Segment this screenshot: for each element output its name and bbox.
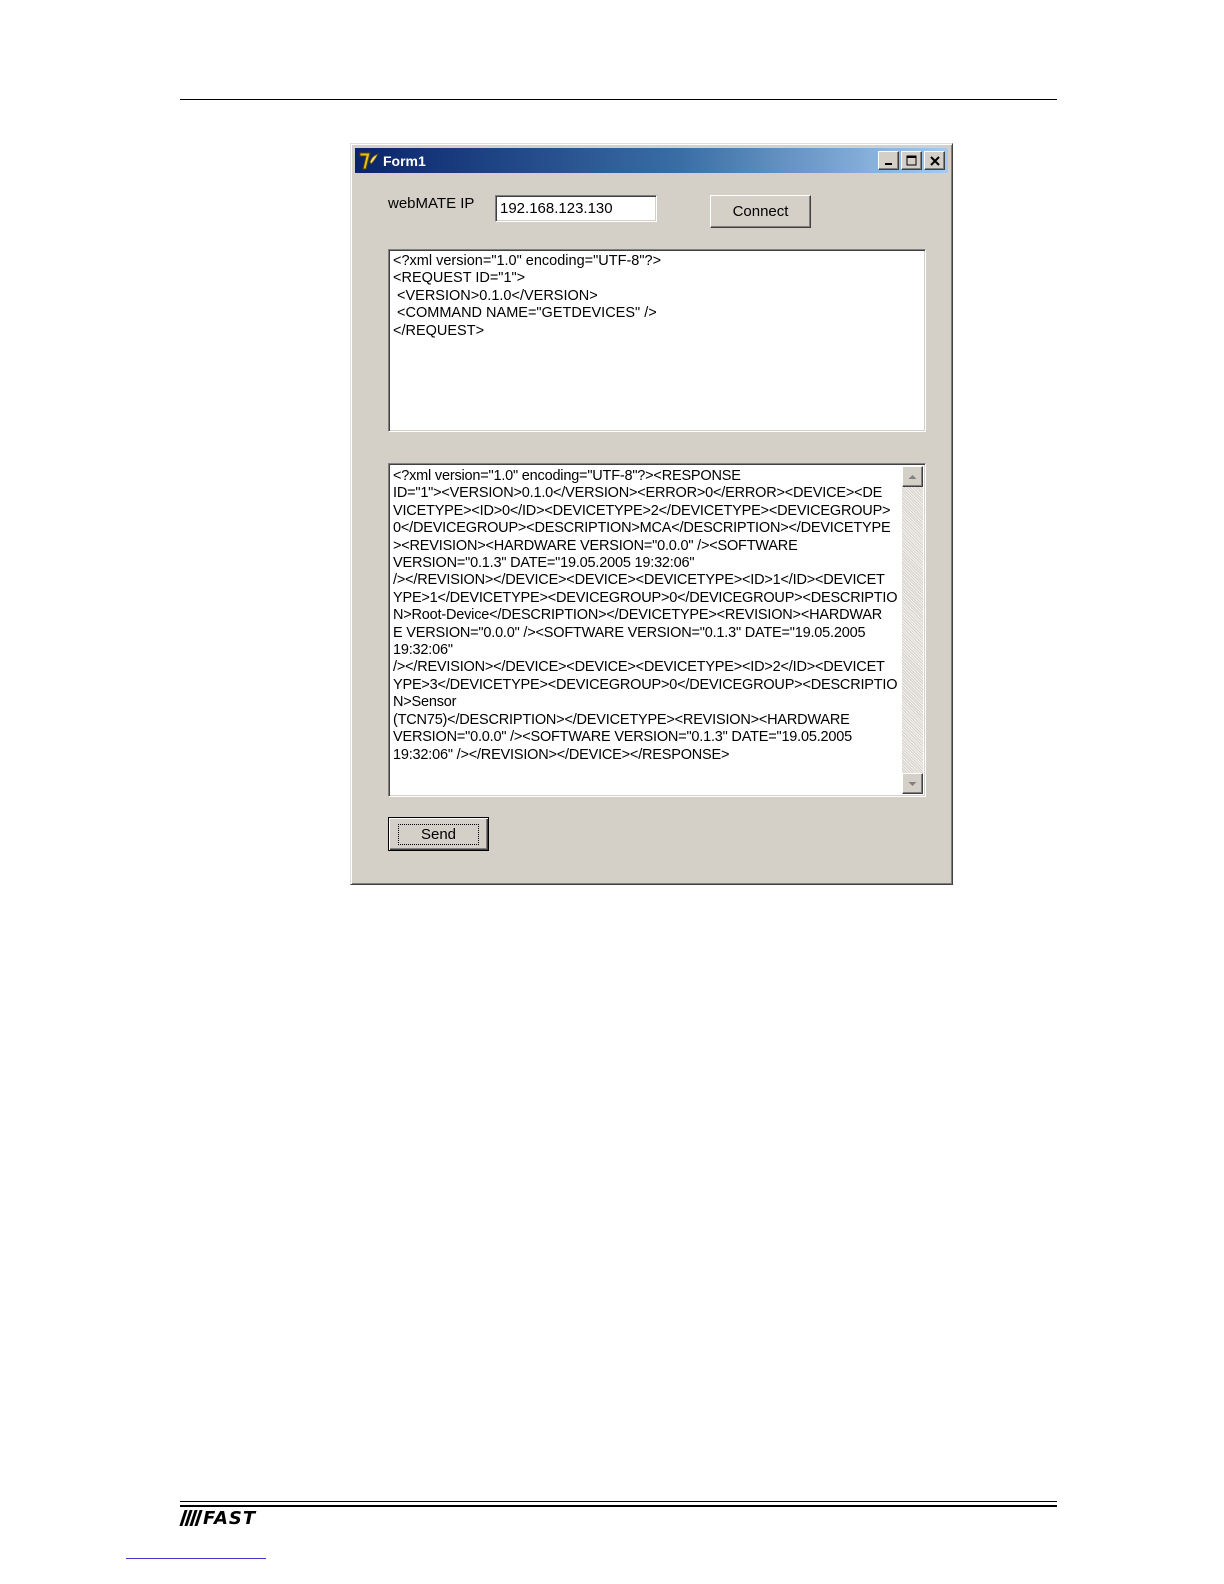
response-memo[interactable]: <?xml version="1.0" encoding="UTF-8"?><R… bbox=[388, 463, 926, 797]
scroll-up-button[interactable] bbox=[902, 466, 923, 487]
minimize-icon bbox=[884, 156, 894, 166]
footer-link-underline bbox=[126, 1558, 266, 1559]
ip-label: webMATE IP bbox=[388, 195, 475, 212]
close-icon bbox=[929, 155, 940, 166]
connect-button[interactable]: Connect bbox=[710, 195, 811, 228]
logo-text: FAST bbox=[203, 1507, 257, 1529]
logo-stripes bbox=[179, 1510, 203, 1526]
close-button[interactable] bbox=[924, 151, 945, 170]
request-memo[interactable]: <?xml version="1.0" encoding="UTF-8"?> <… bbox=[388, 249, 926, 432]
fast-logo: FAST bbox=[179, 1507, 257, 1529]
page-header-rule bbox=[180, 99, 1057, 100]
ip-address-input[interactable] bbox=[495, 195, 657, 222]
window-title: Form1 bbox=[383, 152, 426, 169]
response-text: <?xml version="1.0" encoding="UTF-8"?><R… bbox=[393, 468, 898, 763]
response-vertical-scrollbar[interactable] bbox=[902, 466, 923, 794]
scroll-down-arrow-icon bbox=[908, 775, 917, 792]
send-button-label: Send bbox=[397, 823, 480, 845]
send-button[interactable]: Send bbox=[388, 817, 489, 851]
footer-rule-thin bbox=[180, 1501, 1057, 1502]
caption-buttons bbox=[878, 151, 945, 170]
maximize-button[interactable] bbox=[901, 151, 922, 170]
delphi-app-icon[interactable] bbox=[358, 150, 380, 172]
scroll-up-arrow-icon bbox=[908, 468, 917, 485]
title-bar[interactable]: Form1 bbox=[355, 148, 948, 173]
scroll-down-button[interactable] bbox=[902, 773, 923, 794]
minimize-button[interactable] bbox=[878, 151, 899, 170]
footer-rule-thick bbox=[180, 1505, 1057, 1507]
maximize-icon bbox=[906, 155, 917, 166]
